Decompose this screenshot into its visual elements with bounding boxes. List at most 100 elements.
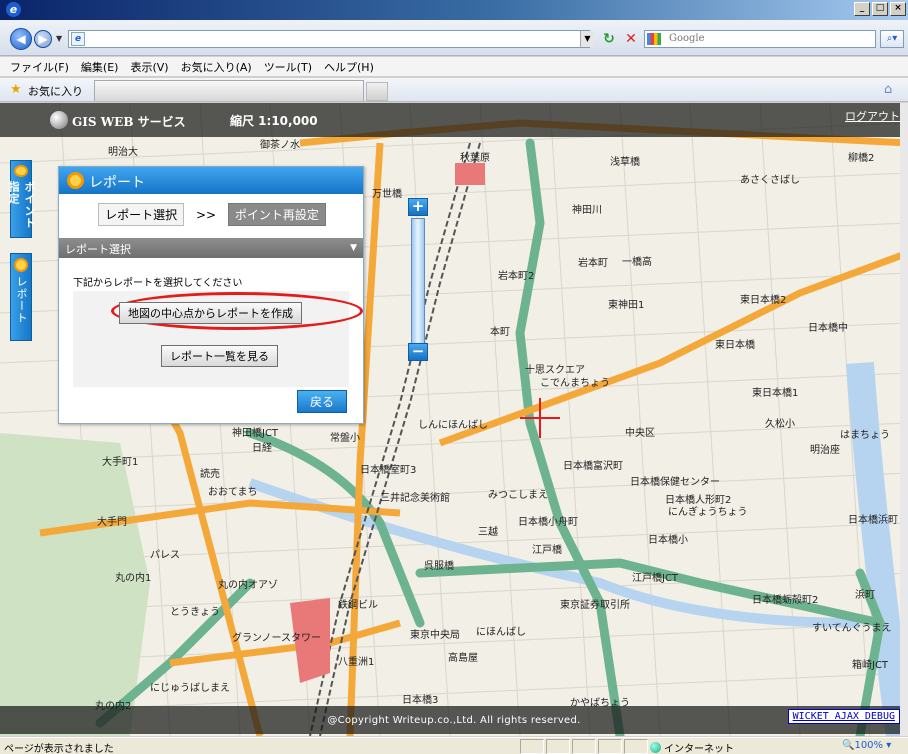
- map-label: しんにほんばし: [418, 419, 488, 431]
- step-point-reset[interactable]: ポイント再設定: [227, 203, 326, 226]
- collapse-triangle-icon[interactable]: ▼: [350, 243, 357, 253]
- view-report-list-button[interactable]: レポート一覧を見る: [161, 345, 278, 367]
- map-label: 十思スクエア: [525, 363, 585, 376]
- target-icon: [14, 258, 28, 272]
- map-label: 三井記念美術館: [380, 491, 450, 504]
- stop-icon[interactable]: ✕: [622, 30, 640, 48]
- instruction-text: 下記からレポートを選択してください: [73, 278, 243, 289]
- window-title-bar: e _ □ ×: [0, 0, 908, 20]
- zoom-level[interactable]: 🔍100% ▾: [842, 740, 891, 751]
- search-icon[interactable]: ⌕▾: [880, 30, 904, 48]
- maximize-button[interactable]: □: [872, 2, 888, 16]
- map-label: 呉服橋: [424, 559, 454, 572]
- menu-help[interactable]: ヘルプ(H): [324, 59, 374, 75]
- map-label: みつこしまえ: [488, 489, 548, 501]
- favorites-button[interactable]: お気に入り: [28, 83, 83, 99]
- zoom-slider[interactable]: [411, 218, 425, 353]
- status-cell: [598, 739, 622, 754]
- step-report-select[interactable]: レポート選択: [98, 203, 185, 226]
- map-label: 浅草橋: [610, 155, 640, 168]
- ajax-debug-link[interactable]: WICKET AJAX DEBUG: [787, 709, 900, 724]
- map-label: にじゅうばしまえ: [150, 682, 230, 694]
- map-label: 神田川: [572, 203, 602, 216]
- map-label: 浜町: [855, 589, 875, 601]
- globe-logo-icon: [50, 111, 68, 129]
- map-label: 御茶ノ水: [260, 138, 300, 151]
- map-label: 日本橋蛎殻町2: [752, 593, 818, 606]
- minimize-button[interactable]: _: [854, 2, 870, 16]
- zoom-in-button[interactable]: +: [408, 198, 428, 216]
- window-controls: _ □ ×: [854, 2, 906, 16]
- home-icon[interactable]: ⌂: [884, 82, 892, 97]
- map-label: 日本橋中: [808, 321, 848, 334]
- map-label: 大手門: [97, 515, 127, 528]
- map-scale: 縮尺 1:10,000: [230, 114, 318, 128]
- report-panel: レポート レポート選択 >> ポイント再設定 レポート選択 ▼ 下記からレポート…: [58, 166, 364, 424]
- map-label: 柳橋2: [848, 151, 874, 164]
- map-label: 本町: [490, 325, 510, 338]
- map-label: 日本橋室町3: [360, 463, 416, 476]
- menu-favorites[interactable]: お気に入り(A): [181, 59, 252, 75]
- status-cell: [572, 739, 596, 754]
- address-dropdown[interactable]: ▼: [580, 31, 594, 47]
- close-button[interactable]: ×: [890, 2, 906, 16]
- scrollbar[interactable]: [900, 103, 908, 736]
- map-label: こでんまちょう: [540, 377, 610, 389]
- map-label: 一橋高: [622, 255, 652, 268]
- menu-tools[interactable]: ツール(T): [264, 59, 312, 75]
- tab-point-label: ポイント指定: [7, 180, 36, 229]
- tab-report-label: レポート: [15, 276, 28, 324]
- web-content: 明治大 御茶ノ水 秋葉原 浅草橋 柳橋2 あさくさばし 万世橋 神田川 岩本町2…: [0, 103, 908, 736]
- report-icon: [67, 172, 84, 189]
- palace-park: [0, 433, 150, 736]
- favorites-star-icon[interactable]: ★: [10, 82, 22, 97]
- forward-button[interactable]: ▶: [34, 30, 52, 48]
- tab-report[interactable]: レポート: [10, 253, 32, 341]
- step-indicator: レポート選択 >> ポイント再設定: [59, 203, 365, 226]
- search-input[interactable]: Google: [644, 30, 876, 48]
- map-label: 東京中央局: [410, 628, 460, 641]
- map-label: 中央区: [625, 426, 655, 439]
- tab-point-select[interactable]: ポイント指定: [7, 160, 36, 238]
- step-separator: >>: [195, 208, 217, 222]
- report-panel-title: レポート: [89, 175, 145, 191]
- menu-view[interactable]: 表示(V): [130, 59, 168, 75]
- map-label: 鉄鋼ビル: [338, 598, 378, 611]
- map-label: 明治座: [810, 443, 840, 456]
- map-label: 読売: [200, 467, 220, 480]
- status-bar: ページが表示されました インターネット 🔍100% ▾: [0, 737, 908, 754]
- map-label: 高島屋: [448, 651, 478, 664]
- map-label: 日本橋人形町2: [665, 493, 731, 506]
- browser-tab[interactable]: [94, 80, 364, 101]
- back-button-panel[interactable]: 戻る: [296, 390, 347, 413]
- back-button[interactable]: ◀: [10, 28, 32, 50]
- logout-link[interactable]: ログアウト: [845, 108, 900, 124]
- map-label: 日本橋小舟町: [518, 515, 578, 528]
- create-report-from-center-button[interactable]: 地図の中心点からレポートを作成: [119, 302, 302, 324]
- refresh-icon[interactable]: ↻: [600, 30, 618, 48]
- recent-pages-dropdown[interactable]: ▼: [56, 34, 62, 43]
- akihabara-station: [455, 163, 485, 185]
- gis-footer: @Copyright Writeup.co.,Ltd. All rights r…: [0, 706, 908, 734]
- map-label: 大手町1: [102, 455, 138, 468]
- map-label: 江戸橋JCT: [632, 571, 679, 584]
- zoom-out-button[interactable]: −: [408, 343, 428, 361]
- menu-file[interactable]: ファイル(F): [10, 59, 69, 75]
- map-label: 丸の内オアゾ: [218, 578, 278, 591]
- map-label: グランノースタワー: [232, 631, 321, 644]
- menu-edit[interactable]: 編集(E): [81, 59, 119, 75]
- map-label: 箱崎JCT: [852, 658, 889, 671]
- map-label: とうきょう: [170, 606, 220, 618]
- status-cell: [520, 739, 544, 754]
- address-toolbar: ◀ ▶ ▼ e ▼ ↻ ✕ Google ⌕▾: [0, 20, 908, 56]
- section-header[interactable]: レポート選択 ▼: [59, 238, 363, 258]
- map-label: 明治大: [108, 145, 138, 158]
- map-label: 神田橋JCT: [232, 426, 279, 439]
- map-label: 東京証券取引所: [560, 598, 630, 611]
- browser-window: e _ □ × ◀ ▶ ▼ e ▼ ↻ ✕ Google ⌕▾ ファイル(F) …: [0, 0, 908, 754]
- status-text: ページが表示されました: [4, 744, 114, 754]
- map-label: 日本橋3: [402, 693, 438, 706]
- map-label: 東日本橋: [715, 338, 755, 351]
- new-tab-button[interactable]: [366, 82, 388, 101]
- address-input[interactable]: e: [68, 30, 590, 48]
